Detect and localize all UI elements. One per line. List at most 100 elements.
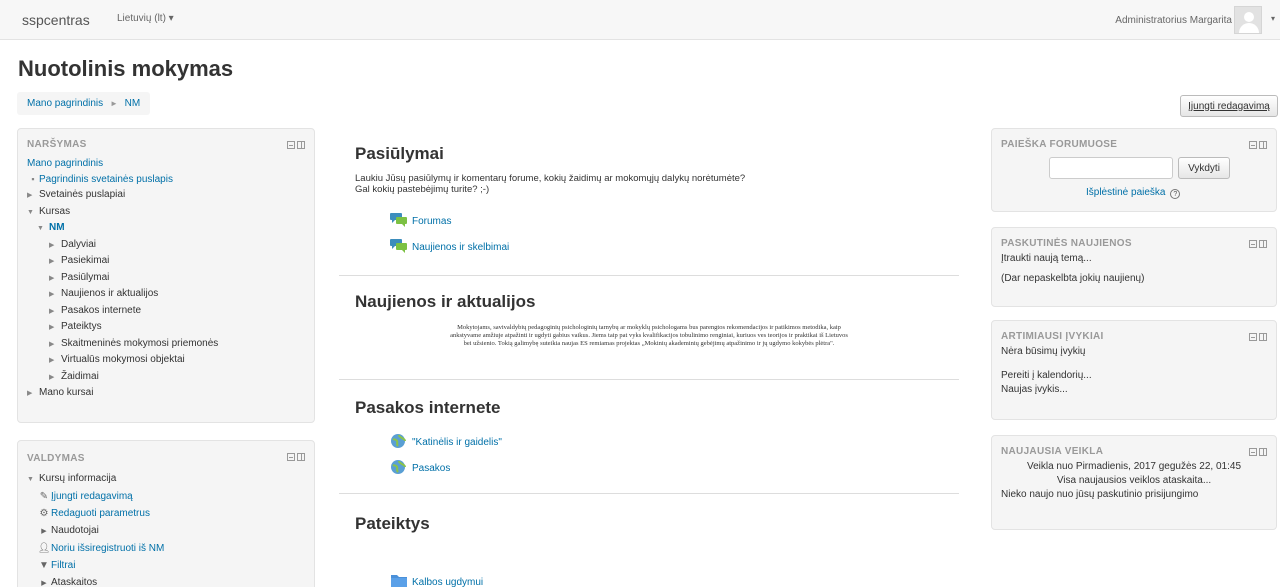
forum-search-button[interactable]: Vykdyti: [1178, 157, 1230, 179]
minimize-icon[interactable]: [287, 453, 295, 461]
nav-site-home[interactable]: Pagrindinis svetainės puslapis: [39, 174, 173, 185]
admin-turn-editing-on[interactable]: Įjungti redagavimą: [51, 491, 133, 502]
activity-url[interactable]: "Katinėlis ir gaidelis": [390, 430, 959, 456]
expand-arrow-icon[interactable]: ▶: [37, 575, 51, 587]
dock-icon[interactable]: [1259, 333, 1267, 341]
forum-icon: [390, 213, 407, 227]
expand-arrow-icon[interactable]: ▶: [49, 304, 61, 320]
avatar-head-icon: [1244, 12, 1254, 22]
recent-activity-title: NAUJAUSIA VEIKLA: [1001, 446, 1104, 457]
nav-course-item[interactable]: Naujienos ir aktualijos: [61, 288, 158, 299]
admin-users[interactable]: Naudotojai: [51, 525, 99, 536]
help-icon[interactable]: ?: [1170, 189, 1181, 199]
nav-course-item[interactable]: Pasakos internete: [61, 305, 141, 316]
dock-icon[interactable]: [1259, 240, 1267, 248]
section-text-line: bei užsienio. Tokią galimybę suteikia na…: [463, 340, 835, 347]
admin-filters[interactable]: Filtrai: [51, 560, 75, 571]
minimize-icon[interactable]: [1249, 141, 1257, 149]
nav-site-pages[interactable]: Svetainės puslapiai: [39, 189, 125, 200]
course-section: Pateiktys Kalbos ugdymui: [339, 494, 959, 587]
nav-my-home[interactable]: Mano pagrindinis: [27, 158, 103, 169]
section-title: Pasiūlymai: [355, 144, 444, 163]
expand-arrow-icon[interactable]: ▶: [49, 337, 61, 353]
minimize-icon[interactable]: [1249, 448, 1257, 456]
expand-arrow-icon[interactable]: ▶: [49, 353, 61, 369]
pencil-icon: ✎: [39, 491, 49, 502]
activity-label[interactable]: Kalbos ugdymui: [412, 577, 483, 587]
minimize-icon[interactable]: [1249, 240, 1257, 248]
nav-my-courses[interactable]: Mano kursai: [39, 387, 93, 398]
advanced-search-link[interactable]: Išplėstinė paieška: [1086, 187, 1166, 198]
block-controls: [287, 453, 305, 461]
nav-course-item[interactable]: Pateiktys: [61, 321, 102, 332]
expand-arrow-icon[interactable]: ▶: [49, 254, 61, 270]
url-icon: [391, 460, 406, 474]
admin-edit-settings[interactable]: Redaguoti parametrus: [51, 508, 150, 519]
section-summary: Laukiu Jūsų pasiūlymų ir komentarų forum…: [355, 173, 746, 184]
user-name[interactable]: Administratorius Margarita: [1115, 15, 1232, 26]
admin-unenrol[interactable]: Noriu išsiregistruoti iš NM: [51, 543, 164, 554]
add-news-topic-link[interactable]: Įtraukti naują temą...: [1001, 252, 1267, 266]
forum-search-title: PAIEŠKA FORUMUOSE: [1001, 139, 1118, 150]
admin-reports[interactable]: Ataskaitos: [51, 577, 97, 587]
nav-course-item[interactable]: Pasiūlymai: [61, 272, 109, 283]
collapse-arrow-icon[interactable]: ▼: [37, 221, 49, 237]
activity-url[interactable]: Pasakos: [390, 456, 959, 482]
block-controls: [1249, 141, 1267, 149]
section-summary: Gal kokių pastebėjimų turite? ;-): [355, 184, 490, 195]
user-icon: 👤︎: [37, 543, 51, 554]
nav-course-item[interactable]: Skaitmeninės mokymosi priemonės: [61, 338, 218, 349]
go-to-calendar-link[interactable]: Pereiti į kalendorių...: [1001, 369, 1267, 383]
new-event-link[interactable]: Naujas įvykis...: [1001, 383, 1267, 397]
nav-courses[interactable]: Kursas: [39, 206, 70, 217]
navigation-block-title: NARŠYMAS: [27, 139, 87, 150]
expand-arrow-icon[interactable]: ▶: [49, 271, 61, 287]
nav-course-nm[interactable]: NM: [49, 222, 65, 233]
user-menu-caret-icon[interactable]: ▾: [1271, 14, 1275, 23]
full-report-link[interactable]: Visa naujausios veiklos ataskaita...: [1001, 474, 1267, 488]
activity-forum[interactable]: Forumas: [390, 209, 959, 235]
dock-icon[interactable]: [297, 453, 305, 461]
minimize-icon[interactable]: [1249, 333, 1257, 341]
upcoming-events-block: ARTIMIAUSI ĮVYKIAI Nėra būsimų įvykių Pe…: [991, 320, 1277, 420]
breadcrumb-home[interactable]: Mano pagrindinis: [27, 98, 103, 109]
nav-course-item[interactable]: Dalyviai: [61, 239, 96, 250]
dock-icon[interactable]: [1259, 141, 1267, 149]
expand-arrow-icon[interactable]: ▶: [27, 386, 39, 402]
turn-editing-on-button[interactable]: Įjungti redagavimą: [1180, 95, 1278, 117]
avatar[interactable]: [1234, 6, 1262, 34]
nav-course-item[interactable]: Virtualūs mokymosi objektai: [61, 354, 185, 365]
expand-arrow-icon[interactable]: ▶: [27, 188, 39, 204]
admin-course-administration[interactable]: Kursų informacija: [39, 473, 116, 484]
activity-label[interactable]: Forumas: [412, 216, 451, 227]
expand-arrow-icon[interactable]: ▶: [49, 370, 61, 386]
activity-news-forum[interactable]: Naujienos ir skelbimai: [390, 235, 959, 261]
expand-arrow-icon[interactable]: ▶: [49, 238, 61, 254]
activity-label[interactable]: "Katinėlis ir gaidelis": [412, 437, 502, 448]
no-events-text: Nėra būsimų įvykių: [1001, 346, 1086, 357]
section-text-line: ankstyvame amžiuje atpažinti ir ugdyti g…: [450, 332, 848, 339]
activity-folder[interactable]: Kalbos ugdymui: [390, 570, 959, 587]
nav-course-item[interactable]: Žaidimai: [61, 371, 99, 382]
language-menu[interactable]: Lietuvių (lt) ▾: [117, 13, 174, 24]
activity-label[interactable]: Pasakos: [412, 463, 450, 474]
dock-icon[interactable]: [297, 141, 305, 149]
expand-arrow-icon[interactable]: ▶: [49, 320, 61, 336]
breadcrumb-course[interactable]: NM: [125, 98, 141, 109]
recent-activity-block: NAUJAUSIA VEIKLA Veikla nuo Pirmadienis,…: [991, 435, 1277, 530]
administration-block: VALDYMAS ▼ Kursų informacija ✎ Įjungti red…: [17, 440, 315, 587]
nav-course-item[interactable]: Pasiekimai: [61, 255, 109, 266]
activity-label[interactable]: Naujienos ir skelbimai: [412, 242, 509, 253]
forum-search-input[interactable]: [1049, 157, 1173, 179]
collapse-arrow-icon[interactable]: ▼: [27, 205, 39, 221]
expand-arrow-icon[interactable]: ▶: [37, 523, 51, 540]
block-controls: [1249, 240, 1267, 248]
site-brand[interactable]: sspcentras: [22, 12, 90, 28]
gear-icon: ⚙: [39, 508, 49, 519]
minimize-icon[interactable]: [287, 141, 295, 149]
collapse-arrow-icon[interactable]: ▼: [27, 471, 39, 488]
expand-arrow-icon[interactable]: ▶: [49, 287, 61, 303]
navigation-tree: Mano pagrindinis ▪ Pagrindinis svetainės …: [27, 156, 305, 402]
section-title: Pateiktys: [355, 514, 430, 533]
dock-icon[interactable]: [1259, 448, 1267, 456]
